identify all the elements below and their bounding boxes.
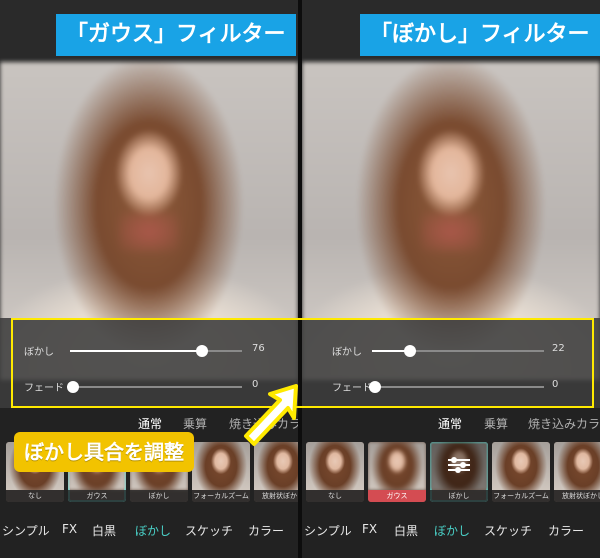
right-panel: 「ぼかし」フィルター ぼかし 22 フェード 0 通常 乗算 焼き込みカラー な… (302, 0, 600, 558)
fade-slider-value: 0 (552, 379, 559, 390)
filter-category-tabs: シンプル FX 白黒 ぼかし スケッチ カラー (302, 518, 600, 542)
category-fx[interactable]: FX (62, 522, 77, 536)
blur-slider-value: 76 (252, 343, 265, 354)
fade-slider-thumb[interactable] (369, 381, 381, 393)
mode-multiply[interactable]: 乗算 (183, 415, 207, 432)
fade-slider-label: フェード (332, 383, 372, 394)
blur-slider-thumb[interactable] (196, 345, 208, 357)
category-color[interactable]: カラー (248, 522, 284, 539)
category-sketch[interactable]: スケッチ (185, 522, 233, 539)
top-bar: 「ガウス」フィルター (0, 0, 298, 62)
category-blur[interactable]: ぼかし (135, 522, 171, 539)
category-fx[interactable]: FX (362, 522, 377, 536)
left-panel: 「ガウス」フィルター ぼかし 76 フェード 0 通常 乗算 焼き込みカラー な… (0, 0, 298, 558)
category-simple[interactable]: シンプル (2, 522, 50, 539)
blur-slider-thumb[interactable] (404, 345, 416, 357)
category-sketch[interactable]: スケッチ (484, 522, 532, 539)
blur-slider-row: ぼかし 22 (302, 338, 600, 364)
blend-mode-tabs: 通常 乗算 焼き込みカラー (302, 412, 600, 434)
fade-slider-thumb[interactable] (67, 381, 79, 393)
mode-normal[interactable]: 通常 (138, 415, 162, 432)
arrow-icon (244, 384, 298, 446)
panel-title: 「ぼかし」フィルター (360, 14, 600, 56)
filter-thumb-blur[interactable]: ぼかし (430, 442, 488, 502)
mode-multiply[interactable]: 乗算 (484, 415, 508, 432)
blur-slider-label: ぼかし (24, 347, 54, 358)
blur-slider-row: ぼかし 76 (0, 338, 298, 364)
adjust-icon (448, 456, 470, 476)
panel-title: 「ガウス」フィルター (56, 14, 296, 56)
category-blur[interactable]: ぼかし (434, 522, 470, 539)
filter-category-tabs: シンプル FX 白黒 ぼかし スケッチ カラー (0, 518, 298, 542)
slider-panel: ぼかし 22 フェード 0 (302, 318, 600, 408)
mode-color-burn[interactable]: 焼き込みカラー (528, 415, 600, 432)
filter-thumb-none[interactable]: なし (306, 442, 364, 502)
fade-slider-row: フェード 0 (302, 374, 600, 400)
fade-slider[interactable] (369, 381, 544, 393)
filter-thumb-gauss[interactable]: ガウス (368, 442, 426, 502)
filter-thumbnails: なし ガウス ぼかし フォーカルズーム 放射状ぼかし (302, 442, 600, 504)
fade-slider[interactable] (67, 381, 242, 393)
blur-slider[interactable] (372, 345, 544, 357)
top-bar: 「ぼかし」フィルター (302, 0, 600, 62)
blur-slider[interactable] (70, 345, 242, 357)
callout-label: ぼかし具合を調整 (14, 432, 194, 472)
category-color[interactable]: カラー (548, 522, 584, 539)
filter-thumb-radial-blur[interactable]: 放射状ぼかし (254, 442, 298, 502)
filter-thumb-focal-zoom[interactable]: フォーカルズーム (192, 442, 250, 502)
blur-slider-label: ぼかし (332, 347, 362, 358)
category-simple[interactable]: シンプル (304, 522, 352, 539)
blur-slider-fill (70, 350, 202, 352)
filter-thumb-focal-zoom[interactable]: フォーカルズーム (492, 442, 550, 502)
blur-slider-value: 22 (552, 343, 565, 354)
filter-thumb-radial-blur[interactable]: 放射状ぼかし (554, 442, 600, 502)
mode-normal[interactable]: 通常 (438, 415, 462, 432)
category-monochrome[interactable]: 白黒 (92, 522, 116, 539)
fade-slider-label: フェード (24, 383, 64, 394)
category-monochrome[interactable]: 白黒 (394, 522, 418, 539)
